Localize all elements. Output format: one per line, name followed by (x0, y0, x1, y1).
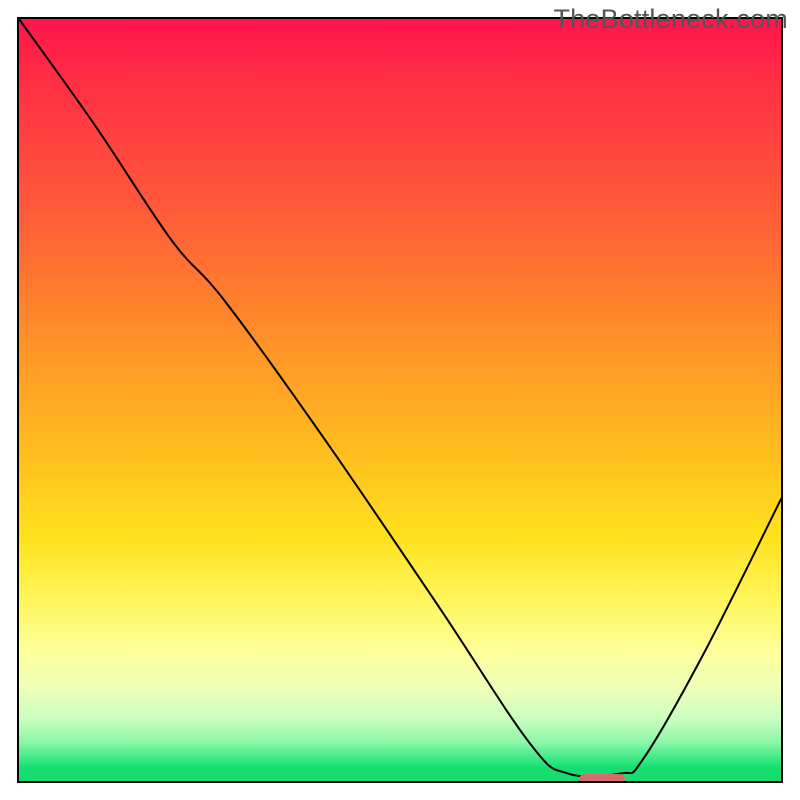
bottleneck-curve-path (19, 19, 781, 777)
optimal-marker (579, 774, 625, 783)
watermark-text: TheBottleneck.com (553, 4, 788, 35)
curve-layer (19, 19, 781, 781)
bottleneck-chart: TheBottleneck.com (0, 0, 800, 800)
plot-area (17, 17, 783, 783)
